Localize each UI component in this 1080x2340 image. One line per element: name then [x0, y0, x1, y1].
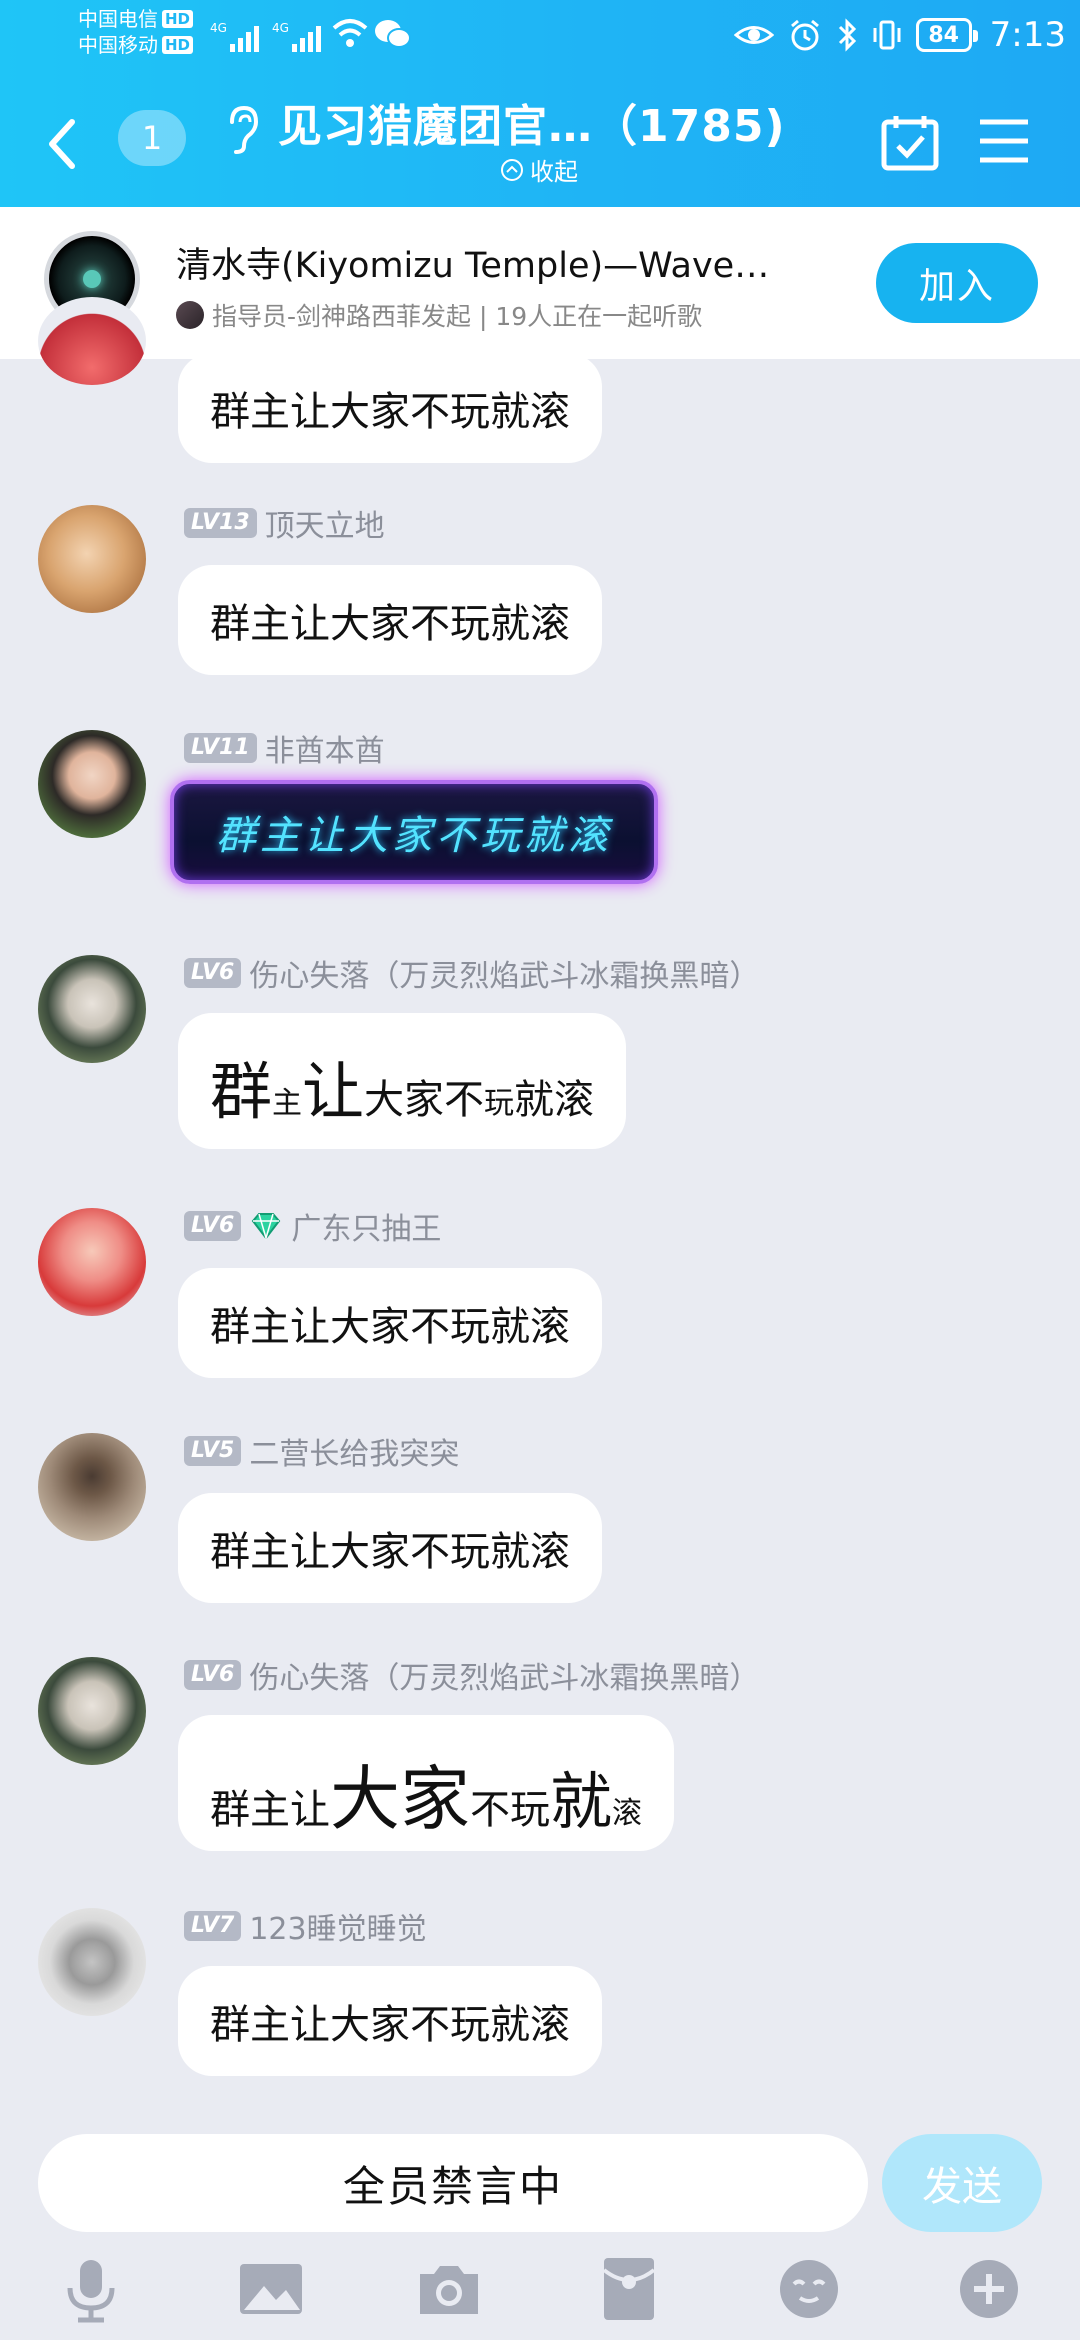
- message-input[interactable]: 全员禁言中: [38, 2134, 868, 2232]
- sender-name[interactable]: 二营长给我突突: [249, 1429, 459, 1473]
- wechat-icon: [375, 20, 411, 48]
- status-right: 84 7:13: [733, 12, 1066, 58]
- carrier-1: 中国电信: [78, 7, 158, 31]
- send-button[interactable]: 发送: [882, 2134, 1042, 2232]
- network-type: 4G: [210, 21, 227, 35]
- title-bar: 1 见习猎魔团官…（1785) 收起: [0, 80, 1080, 207]
- avatar[interactable]: [38, 1433, 146, 1541]
- sender-name[interactable]: 广东只抽王: [291, 1204, 441, 1248]
- sender-meta: LV6 广东只抽王: [184, 1208, 441, 1247]
- message-bubble[interactable]: 群主让大家不玩就滚: [178, 1493, 602, 1603]
- clock: 7:13: [989, 15, 1066, 55]
- collapse-label: 收起: [530, 158, 578, 186]
- sender-meta: LV11 非酋本酋: [184, 730, 385, 769]
- message-bubble[interactable]: 群主让大家不玩就滚: [178, 1966, 602, 2076]
- sender-name[interactable]: 顶天立地: [265, 501, 385, 545]
- song-subtitle: 指导员-剑神路西菲发起 | 19人正在一起听歌: [176, 297, 702, 333]
- level-badge: LV11: [184, 733, 257, 763]
- network-type: 4G: [272, 21, 289, 35]
- fancy-message-bubble[interactable]: 群主让大家不玩就滚: [170, 780, 658, 884]
- message-text-part: 群主让: [210, 1787, 330, 1833]
- initiator-avatar: [176, 301, 204, 329]
- menu-icon[interactable]: [978, 118, 1030, 164]
- message-text-part: 大家不: [364, 1077, 485, 1123]
- back-arrow-icon[interactable]: [40, 114, 84, 174]
- avatar[interactable]: [38, 1657, 146, 1765]
- hd-badge: HD: [162, 10, 194, 28]
- message-text-part: 玩: [484, 1086, 515, 1121]
- message-bubble[interactable]: 群主让大家不玩就滚: [178, 565, 602, 675]
- wifi-icon: [332, 19, 368, 47]
- ear-icon[interactable]: [222, 100, 262, 160]
- level-badge: LV6: [184, 1211, 242, 1241]
- message-bubble[interactable]: 群主让大家不玩就滚: [178, 1268, 602, 1378]
- sender-meta: LV5 二营长给我突突: [184, 1433, 459, 1472]
- status-bar: 中国电信 HD 中国移动 HD 4G 4G 84 7:13: [0, 0, 1080, 72]
- sender-name[interactable]: 伤心失落（万灵烈焰武斗冰霜换黑暗）: [249, 1653, 759, 1697]
- chevron-up-icon: [501, 158, 523, 181]
- bluetooth-icon: [838, 18, 856, 52]
- checkin-calendar-icon[interactable]: [880, 112, 940, 172]
- message-text-part: 让: [302, 1055, 365, 1128]
- unread-count-badge[interactable]: 1: [118, 110, 186, 166]
- emoji-icon[interactable]: [774, 2254, 844, 2324]
- carrier-2: 中国移动: [78, 33, 158, 57]
- red-packet-icon[interactable]: [594, 2254, 664, 2324]
- level-badge: LV7: [184, 1911, 242, 1941]
- level-badge: LV6: [184, 1660, 242, 1690]
- image-icon[interactable]: [236, 2254, 306, 2324]
- avatar[interactable]: [38, 1908, 146, 2016]
- alarm-icon: [790, 19, 819, 51]
- plus-icon[interactable]: [954, 2254, 1024, 2324]
- listen-together-banner[interactable]: 清水寺(Kiyomizu Temple)—Wave… 指导员-剑神路西菲发起 |…: [0, 207, 1080, 359]
- diamond-vip-icon: [252, 1213, 281, 1241]
- sender-meta: LV6 伤心失落（万灵烈焰武斗冰霜换黑暗）: [184, 955, 759, 994]
- level-badge: LV13: [184, 508, 257, 538]
- message-text-part: 就滚: [514, 1077, 595, 1123]
- carrier-info: 中国电信 HD 中国移动 HD: [78, 6, 194, 58]
- message-text-part: 就: [550, 1765, 613, 1838]
- avatar[interactable]: [38, 297, 146, 385]
- eye-comfort-icon: [733, 26, 774, 44]
- group-title[interactable]: 见习猎魔团官…（1785): [278, 90, 786, 154]
- avatar[interactable]: [38, 730, 146, 838]
- sender-name[interactable]: 伤心失落（万灵烈焰武斗冰霜换黑暗）: [249, 951, 759, 995]
- sender-meta: LV6 伤心失落（万灵烈焰武斗冰霜换黑暗）: [184, 1657, 759, 1696]
- join-button[interactable]: 加入: [876, 243, 1038, 323]
- sender-meta: LV7 123睡觉睡觉: [184, 1908, 427, 1947]
- sender-meta: LV13 顶天立地: [184, 505, 385, 544]
- message-text-part: 大家: [330, 1758, 470, 1840]
- avatar[interactable]: [38, 955, 146, 1063]
- avatar[interactable]: [38, 505, 146, 613]
- message-bubble[interactable]: 群主让大家不玩就滚: [178, 1013, 627, 1149]
- message-text-part: 群: [210, 1055, 273, 1128]
- message-text-part: 不玩: [470, 1787, 550, 1833]
- battery-indicator: 84: [915, 18, 978, 52]
- camera-icon[interactable]: [414, 2254, 484, 2324]
- song-initiator-text: 指导员-剑神路西菲发起 | 19人正在一起听歌: [212, 302, 703, 331]
- top-bar: 中国电信 HD 中国移动 HD 4G 4G 84 7:13 1 见习猎魔团官…（…: [0, 0, 1080, 207]
- microphone-icon[interactable]: [56, 2254, 126, 2324]
- sender-name[interactable]: 非酋本酋: [265, 726, 385, 770]
- vibrate-icon: [873, 20, 901, 50]
- message-bubble[interactable]: 群主让大家不玩就滚: [178, 353, 602, 463]
- level-badge: LV5: [184, 1436, 242, 1466]
- message-text-part: 主: [272, 1086, 303, 1121]
- sender-name[interactable]: 123睡觉睡觉: [249, 1904, 426, 1948]
- song-title: 清水寺(Kiyomizu Temple)—Wave…: [176, 246, 770, 286]
- hd-badge: HD: [162, 36, 194, 54]
- collapse-toggle[interactable]: 收起: [500, 152, 578, 187]
- message-bubble[interactable]: 群主让大家不玩就滚: [178, 1715, 675, 1851]
- level-badge: LV6: [184, 958, 242, 988]
- message-text-part: 滚: [612, 1796, 643, 1831]
- avatar[interactable]: [38, 1208, 146, 1316]
